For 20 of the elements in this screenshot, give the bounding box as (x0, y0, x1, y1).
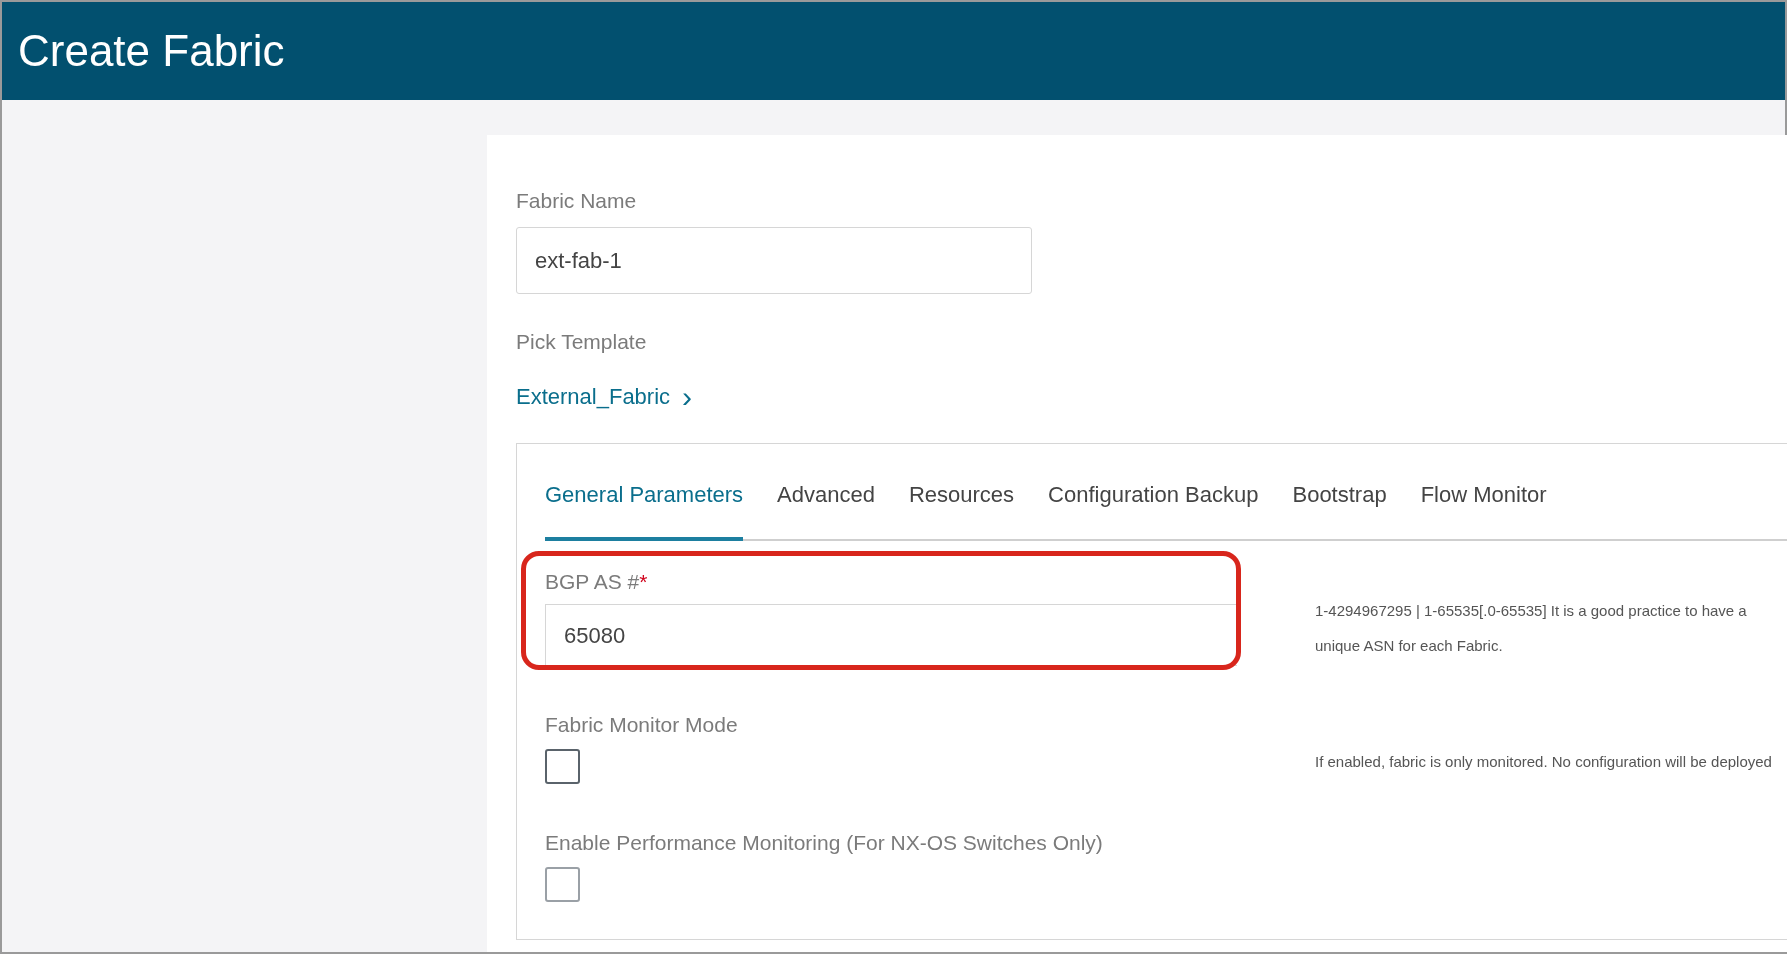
fabric-name-field[interactable]: ext-fab-1 (516, 227, 1032, 294)
help-text: If enabled, fabric is only monitored. No configuration will be deployed (1315, 752, 1773, 772)
help-text: 1-4294967295 | 1-65535[.0-65535] It is a good practice to have a unique ASN for each Fabric. (1315, 601, 1748, 656)
checkbox[interactable] (545, 749, 580, 784)
window-title: Create Fabric (18, 25, 285, 77)
field-label: Enable Performance Monitoring (For NX-OS Switches Only) (545, 832, 1103, 853)
tab[interactable]: Advanced (777, 470, 875, 541)
tab[interactable]: Resources (908, 470, 1015, 541)
tab[interactable]: Flow Monitor (1420, 470, 1547, 541)
checkbox[interactable] (545, 867, 580, 902)
bgp-as-field[interactable]: 65080 (545, 604, 1237, 666)
tab[interactable]: General Parameters (545, 470, 744, 541)
field-label: Fabric Name (516, 190, 638, 211)
field-label: Fabric Monitor Mode (545, 714, 738, 735)
tab[interactable]: Bootstrap (1292, 470, 1387, 541)
tab[interactable]: Configuration Backup (1048, 470, 1259, 541)
field-label: BGP AS #* (545, 571, 648, 592)
chevron-icon: › (682, 381, 693, 412)
template-link[interactable]: External_Fabric › (516, 380, 693, 413)
field-label: Pick Template (516, 331, 648, 352)
